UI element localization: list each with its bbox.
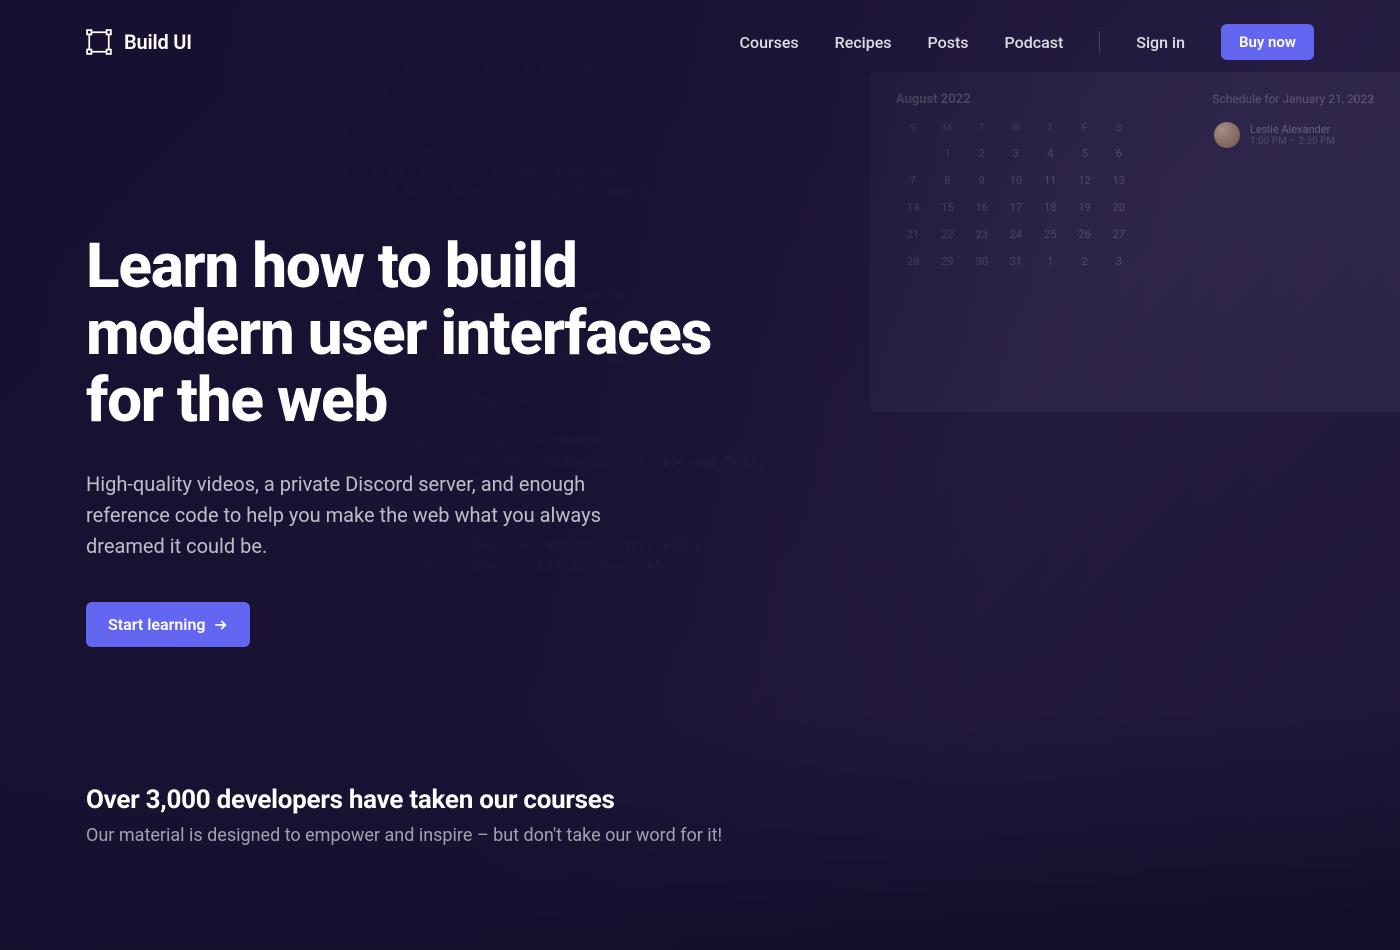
hero-title: Learn how to build modern user interface… [86,234,754,435]
social-proof-section: Over 3,000 developers have taken our cou… [0,647,1400,846]
calendar-day: 27 [1102,221,1136,248]
nav-link-posts[interactable]: Posts [928,33,969,52]
calendar-day: 26 [1067,221,1101,248]
calendar-nav-arrows: ‹ › [1352,92,1374,107]
event-name: Leslie Alexander [1250,123,1335,136]
social-sub: Our material is designed to empower and … [86,825,1314,846]
calendar-day: 3 [999,140,1033,167]
calendar-day [896,140,930,167]
calendar-day: 2 [1067,248,1101,275]
calendar-day: 16 [965,194,999,221]
nav-links: Courses Recipes Posts Podcast Sign in Bu… [740,24,1314,60]
calendar-dow: T [1033,117,1067,140]
background-calendar-panel: August 2022 ‹ › Schedule for January 21,… [870,72,1400,412]
calendar-day: 28 [896,248,930,275]
calendar-day: 22 [930,221,964,248]
calendar-day: 11 [1033,167,1067,194]
calendar-day: 5 [1067,140,1101,167]
calendar-day: 13 [1102,167,1136,194]
calendar-day: 10 [999,167,1033,194]
calendar-day: 21 [896,221,930,248]
nav-link-courses[interactable]: Courses [740,33,799,52]
calendar-day: 17 [999,194,1033,221]
nav-link-recipes[interactable]: Recipes [835,33,892,52]
buy-now-button[interactable]: Buy now [1221,24,1314,60]
schedule-title: Schedule for January 21, 2022 [1212,92,1374,106]
sign-in-link[interactable]: Sign in [1136,33,1185,52]
calendar-dow: T [965,117,999,140]
calendar-dow: M [930,117,964,140]
cta-label: Start learning [108,615,205,634]
calendar-dow: W [999,117,1033,140]
calendar-day: 15 [930,194,964,221]
nav-separator [1099,31,1100,53]
calendar-day: 24 [999,221,1033,248]
logo-icon [86,29,112,55]
calendar-day: 30 [965,248,999,275]
calendar-day: 19 [1067,194,1101,221]
hero-section: Learn how to build modern user interface… [0,84,840,647]
chevron-right-icon: › [1370,92,1374,107]
social-headline: Over 3,000 developers have taken our cou… [86,785,1314,815]
calendar-day: 2 [965,140,999,167]
calendar-day: 18 [1033,194,1067,221]
brand-name: Build UI [124,30,192,54]
calendar-day: 31 [999,248,1033,275]
calendar-day: 9 [965,167,999,194]
calendar-event: Leslie Alexander 1:00 PM – 2:30 PM [1214,122,1374,148]
calendar-day: 12 [1067,167,1101,194]
calendar-day: 3 [1102,248,1136,275]
calendar-month-label: August 2022 [896,92,971,107]
calendar-dow: S [896,117,930,140]
chevron-left-icon: ‹ [1352,92,1356,107]
calendar-day: 23 [965,221,999,248]
calendar-day: 29 [930,248,964,275]
calendar-day: 14 [896,194,930,221]
calendar-day: 25 [1033,221,1067,248]
start-learning-button[interactable]: Start learning [86,602,250,647]
calendar-day: 7 [896,167,930,194]
calendar-day: 4 [1033,140,1067,167]
nav-link-podcast[interactable]: Podcast [1005,33,1064,52]
calendar-day: 6 [1102,140,1136,167]
calendar-day: 8 [930,167,964,194]
hero-subtitle: High-quality videos, a private Discord s… [86,469,646,562]
brand[interactable]: Build UI [86,29,192,55]
arrow-right-icon [214,617,228,631]
event-time: 1:00 PM – 2:30 PM [1250,136,1335,147]
calendar-day: 1 [1033,248,1067,275]
avatar [1214,122,1240,148]
calendar-dow: S [1102,117,1136,140]
calendar-day: 20 [1102,194,1136,221]
calendar-day: 1 [930,140,964,167]
calendar-dow: F [1067,117,1101,140]
top-nav: Build UI Courses Recipes Posts Podcast S… [0,0,1400,84]
